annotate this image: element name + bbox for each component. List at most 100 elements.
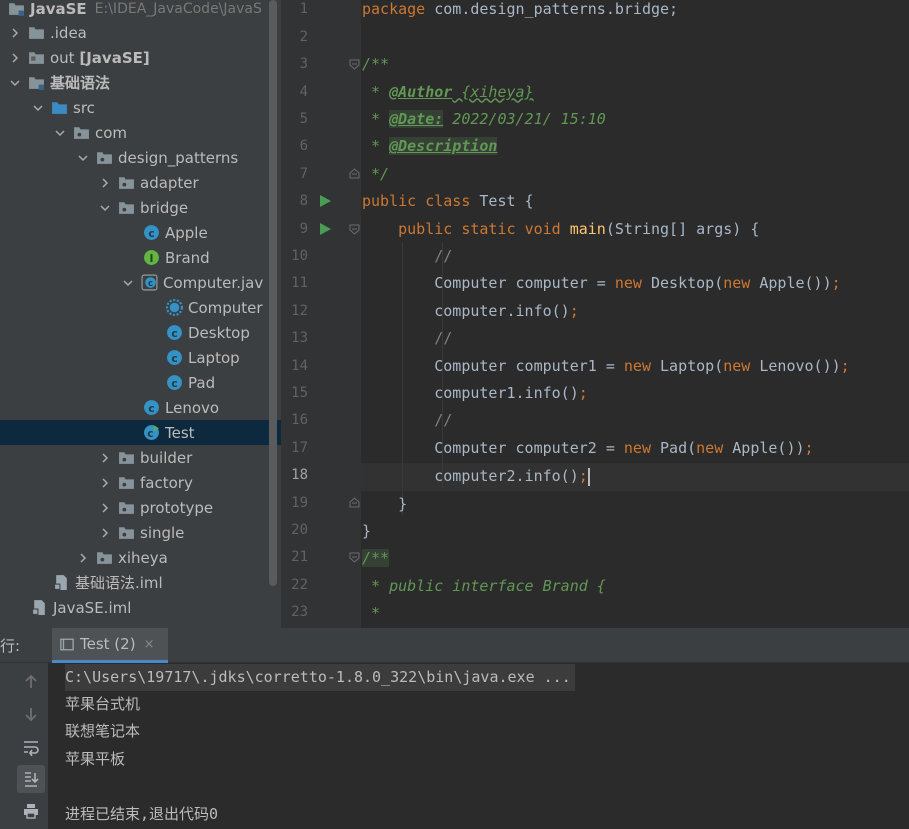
tree-item-idea[interactable]: .idea <box>0 20 281 45</box>
tree-item-apple[interactable]: c Apple <box>0 220 281 245</box>
tree-item-label: prototype <box>140 498 214 517</box>
chevron-right-icon[interactable] <box>8 51 22 65</box>
tree-item-com[interactable]: com <box>0 120 281 145</box>
tree-item-desktop[interactable]: c Desktop <box>0 320 281 345</box>
console-output[interactable]: C:\Users\19717\.jdks\corretto-1.8.0_322\… <box>65 663 909 829</box>
tree-item-builder[interactable]: builder <box>0 445 281 470</box>
code-token: ; <box>578 467 588 486</box>
tree-item-module[interactable]: 基础语法 <box>0 70 281 95</box>
chevron-right-icon[interactable] <box>98 451 112 465</box>
code-line-3[interactable]: /** <box>362 51 389 78</box>
tree-item-adapter[interactable]: adapter <box>0 170 281 195</box>
code-token: Computer computer1 = <box>434 356 624 375</box>
tree-item-xiheya[interactable]: xiheya <box>0 545 281 570</box>
chevron-down-icon[interactable] <box>8 76 22 90</box>
code-token: new <box>623 438 651 457</box>
tree-item-out[interactable]: out [JavaSE] <box>0 45 281 70</box>
iml-file-icon <box>53 574 70 591</box>
console-line: 苹果台式机 <box>65 695 141 713</box>
class-icon: c <box>166 324 183 341</box>
chevron-down-icon[interactable] <box>121 276 135 290</box>
code-line-21[interactable]: /** <box>362 545 390 572</box>
tree-item-label: builder <box>140 448 193 467</box>
chevron-down-icon[interactable] <box>53 126 67 140</box>
tree-item-module-iml[interactable]: 基础语法.iml <box>0 570 281 595</box>
code-line-7[interactable]: */ <box>362 161 389 188</box>
tree-item-computer-class[interactable]: Computer <box>0 295 281 320</box>
chevron-down-icon[interactable] <box>76 151 90 165</box>
code-token: Laptop( <box>651 356 724 375</box>
chevron-right-icon[interactable] <box>98 176 112 190</box>
code-line-11[interactable]: Computer computer = new Desktop(new Appl… <box>362 270 840 297</box>
tree-item-computer-java[interactable]: c Computer.jav <box>0 270 281 295</box>
print-icon[interactable] <box>17 797 45 825</box>
chevron-right-icon[interactable] <box>76 551 90 565</box>
code-line-19[interactable]: } <box>362 491 407 518</box>
code-line-23[interactable]: * <box>362 600 380 627</box>
code-line-15[interactable]: computer1.info(); <box>362 380 588 407</box>
tree-item-single[interactable]: single <box>0 520 281 545</box>
tree-item-src[interactable]: src <box>0 95 281 120</box>
code-editor[interactable]: 1 2 3 4 5 6 7 8 9 10 11 12 13 14 15 16 17 18 19 20 21 22 23 pa… <box>281 0 909 628</box>
code-line-9[interactable]: public static void main(String[] args) { <box>362 216 759 243</box>
tree-item-test[interactable]: c Test <box>0 420 281 445</box>
code-token: ; <box>569 301 579 320</box>
code-line-4[interactable]: * @Author {xiheya} <box>362 79 534 106</box>
tree-item-label: bridge <box>140 198 189 217</box>
code-token: new <box>723 274 751 293</box>
code-line-12[interactable]: computer.info(); <box>362 298 579 325</box>
code-line-16[interactable]: // <box>362 407 452 434</box>
code-line-10[interactable]: // <box>362 243 452 270</box>
down-arrow-icon[interactable] <box>17 700 45 728</box>
fold-icon[interactable] <box>349 168 360 179</box>
tree-item-laptop[interactable]: c Laptop <box>0 345 281 370</box>
code-line-1[interactable]: package com.design_patterns.bridge; <box>362 0 678 24</box>
code-line-20[interactable]: } <box>362 518 371 545</box>
chevron-right-icon[interactable] <box>8 26 22 40</box>
code-token: Computer computer = <box>434 274 615 293</box>
run-class-icon[interactable] <box>319 195 331 207</box>
soft-wrap-icon[interactable] <box>17 733 45 761</box>
chevron-right-icon[interactable] <box>98 526 112 540</box>
chevron-right-icon[interactable] <box>98 476 112 490</box>
code-line-13[interactable]: // <box>362 325 452 352</box>
code-token: Apple()) <box>723 438 805 457</box>
tree-scrollbar[interactable] <box>269 0 277 586</box>
code-line-22[interactable]: * public interface Brand { <box>362 573 606 600</box>
tree-item-bridge[interactable]: bridge <box>0 195 281 220</box>
tree-item-prototype[interactable]: prototype <box>0 495 281 520</box>
run-main-icon[interactable] <box>319 223 331 235</box>
up-arrow-icon[interactable] <box>17 668 45 696</box>
chevron-right-icon[interactable] <box>98 501 112 515</box>
line-number: 6 <box>299 138 308 155</box>
close-icon[interactable]: × <box>144 637 155 652</box>
code-line-6[interactable]: * @Description <box>362 133 498 160</box>
scroll-to-end-icon[interactable] <box>17 765 45 793</box>
tree-item-label: xiheya <box>118 548 168 567</box>
chevron-down-icon[interactable] <box>98 201 112 215</box>
tree-item-brand[interactable]: I Brand <box>0 245 281 270</box>
tree-item-javase-iml[interactable]: JavaSE.iml <box>0 595 281 620</box>
line-number: 20 <box>291 522 308 538</box>
fold-icon[interactable] <box>349 224 360 235</box>
fold-icon[interactable] <box>349 59 360 70</box>
text-caret <box>587 467 590 486</box>
chevron-down-icon[interactable] <box>31 101 45 115</box>
tree-item-factory[interactable]: factory <box>0 470 281 495</box>
tree-item-lenovo[interactable]: c Lenovo <box>0 395 281 420</box>
code-token: com.design_patterns.bridge; <box>425 0 679 19</box>
tree-item-pad[interactable]: c Pad <box>0 370 281 395</box>
fold-icon[interactable] <box>349 497 360 508</box>
tree-root-javase[interactable]: JavaSE E:\IDEA_JavaCode\JavaS <box>0 0 281 21</box>
code-token: @Description <box>389 137 498 156</box>
code-line-14[interactable]: Computer computer1 = new Laptop(new Leno… <box>362 353 849 380</box>
run-tab-test[interactable]: Test (2) × <box>52 628 169 663</box>
code-line-8[interactable]: public class Test { <box>362 188 534 215</box>
code-token: Computer computer2 = <box>434 438 624 457</box>
code-line-5[interactable]: * @Date: 2022/03/21/ 15:10 <box>362 106 606 133</box>
code-line-17[interactable]: Computer computer2 = new Pad(new Apple()… <box>362 435 813 462</box>
fold-icon[interactable] <box>349 552 360 563</box>
tree-item-design-patterns[interactable]: design_patterns <box>0 145 281 170</box>
code-line-18[interactable]: computer2.info(); <box>362 463 590 490</box>
code-token: Pad( <box>651 438 697 457</box>
